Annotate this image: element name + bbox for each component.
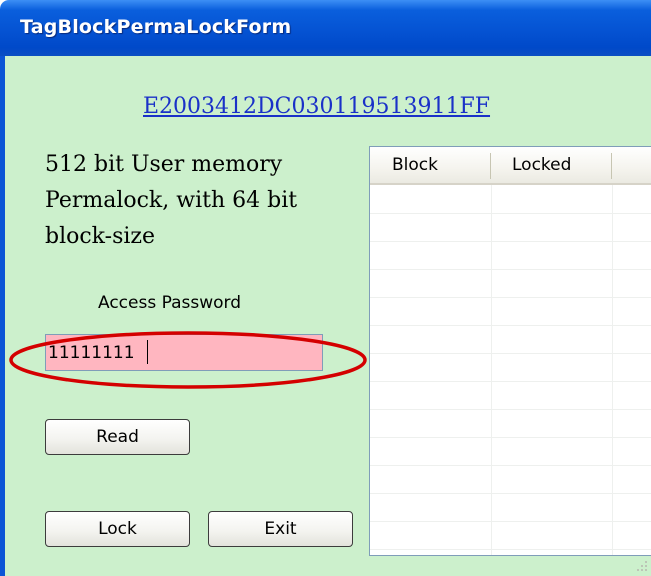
column-header-locked[interactable]: Locked [512, 155, 571, 175]
grid-row-line [370, 325, 651, 326]
grid-row-line [370, 409, 651, 410]
block-lock-grid[interactable]: Block Locked [369, 146, 651, 556]
grid-row-line [370, 521, 651, 522]
grid-column-line [491, 185, 492, 555]
column-separator[interactable] [490, 153, 491, 179]
grid-row-line [370, 493, 651, 494]
grid-row-line [370, 241, 651, 242]
text-caret [147, 340, 148, 364]
grid-row-line [370, 381, 651, 382]
access-password-input[interactable] [45, 334, 323, 371]
tag-block-permalock-window: TagBlockPermaLockForm E2003412DC03011951… [0, 0, 651, 576]
grid-column-line [612, 185, 613, 555]
tag-epc-link[interactable]: E2003412DC030119513911FF [143, 94, 490, 119]
resize-grip-icon[interactable] [636, 560, 648, 572]
column-header-block[interactable]: Block [392, 155, 438, 175]
grid-row-line [370, 549, 651, 550]
exit-button[interactable]: Exit [208, 511, 353, 547]
window-title: TagBlockPermaLockForm [20, 16, 292, 38]
description-line-3: block-size [45, 224, 155, 249]
grid-row-line [370, 269, 651, 270]
grid-row-line [370, 437, 651, 438]
grid-row-line [370, 353, 651, 354]
column-separator[interactable] [611, 153, 612, 179]
grid-row-line [370, 465, 651, 466]
access-password-label: Access Password [98, 293, 242, 313]
grid-header: Block Locked [370, 147, 651, 185]
memory-description: 512 bit User memory Permalock, with 64 b… [45, 147, 345, 255]
read-button[interactable]: Read [45, 419, 190, 455]
lock-button[interactable]: Lock [45, 511, 190, 547]
grid-row-line [370, 297, 651, 298]
title-bar[interactable]: TagBlockPermaLockForm [0, 0, 651, 56]
grid-row-line [370, 213, 651, 214]
description-line-2: Permalock, with 64 bit [45, 188, 298, 213]
description-line-1: 512 bit User memory [45, 152, 283, 177]
